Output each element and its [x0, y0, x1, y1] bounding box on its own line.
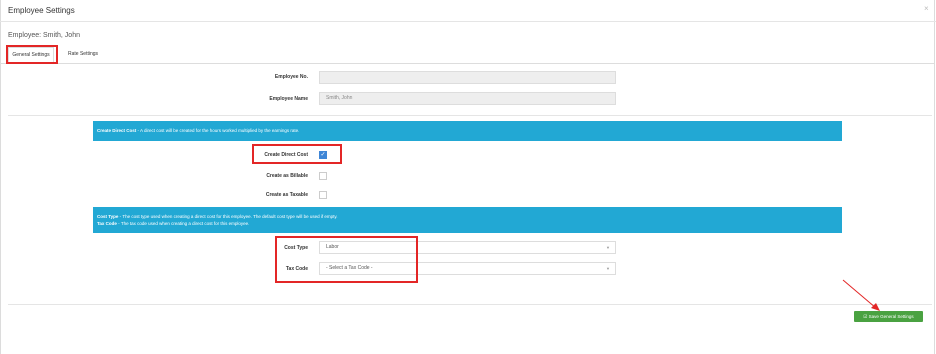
employee-no-label: Employee No. [274, 74, 308, 80]
window-left-border [0, 0, 1, 354]
banner-title: Create Direct Cost [97, 128, 137, 133]
header-divider [0, 21, 936, 22]
window-title: Employee Settings [8, 6, 75, 15]
window-right-border [934, 0, 935, 354]
banner-text: - A direct cost will be created for the … [136, 128, 300, 133]
annotation-arrow [842, 279, 880, 311]
create-billable-label: Create as Billable [266, 173, 308, 179]
cost-type-info-title: Cost Type [97, 214, 119, 219]
tax-code-info-text: - The tax code used when creating a dire… [116, 221, 250, 226]
employee-heading: Employee: Smith, John [8, 32, 80, 39]
close-icon[interactable]: × [924, 4, 929, 13]
section-divider [8, 115, 932, 116]
create-taxable-checkbox[interactable] [319, 191, 327, 199]
annotation-box-tab [6, 45, 58, 64]
create-billable-checkbox[interactable] [319, 172, 327, 180]
cost-type-info-text: - The cost type used when creating a dir… [118, 214, 338, 219]
cost-type-info-line: Cost Type - The cost type used when crea… [97, 213, 838, 220]
employee-name-label: Employee Name [269, 96, 308, 102]
tax-code-info-line: Tax Code - The tax code used when creati… [97, 220, 838, 227]
chevron-down-icon: ▼ [606, 245, 610, 250]
check-square-icon: ☑ [863, 314, 868, 319]
employee-name-field[interactable]: Smith, John [319, 92, 616, 105]
tab-rate-settings[interactable]: Rate Settings [64, 47, 102, 63]
cost-type-info-banner: Cost Type - The cost type used when crea… [93, 207, 842, 233]
employee-no-field[interactable] [319, 71, 616, 84]
annotation-box-direct-cost [252, 144, 342, 164]
chevron-down-icon: ▼ [606, 266, 610, 271]
annotation-box-selects [275, 236, 418, 283]
footer-divider [8, 304, 932, 305]
direct-cost-info-banner: Create Direct Cost - A direct cost will … [93, 121, 842, 141]
save-general-settings-button[interactable]: ☑ Save General Settings [854, 311, 923, 322]
tax-code-info-title: Tax Code [97, 221, 117, 226]
save-button-label: Save General Settings [868, 314, 914, 319]
create-taxable-label: Create as Taxable [265, 192, 308, 198]
tab-underline [0, 63, 934, 64]
